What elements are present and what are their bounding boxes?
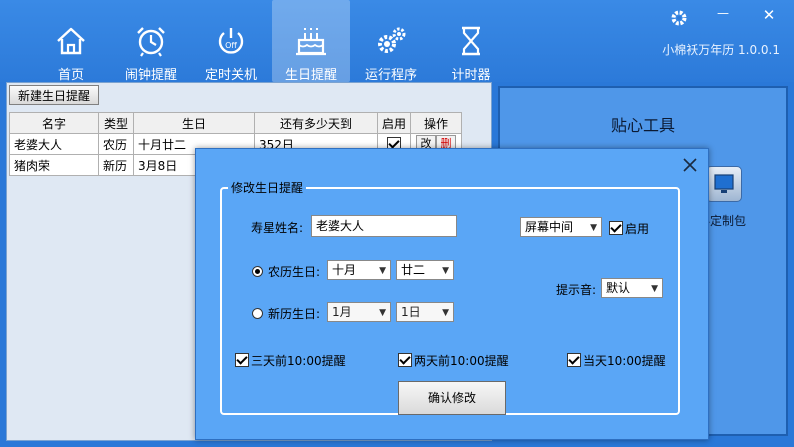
solar-label: 新历生日: bbox=[268, 307, 321, 321]
select-value: 十月 bbox=[332, 263, 357, 277]
power-off-icon: Off bbox=[218, 28, 244, 54]
nav-label: 闹钟提醒 bbox=[124, 68, 177, 83]
sound-select[interactable]: 默认 ▼ bbox=[601, 278, 663, 298]
column-header[interactable]: 还有多少天到 bbox=[254, 112, 378, 134]
nav-timer[interactable]: 计时器 bbox=[432, 0, 510, 83]
select-value: 1月 bbox=[332, 305, 352, 319]
select-value: 1日 bbox=[401, 305, 421, 319]
lunar-day-select[interactable]: 廿二 ▼ bbox=[396, 260, 454, 280]
sound-label: 提示音: bbox=[556, 283, 597, 297]
nav-label: 生日提醒 bbox=[284, 68, 337, 83]
monitor-tool-icon[interactable] bbox=[706, 166, 742, 202]
enable-label: 启用 bbox=[625, 222, 650, 236]
cell-type: 新历 bbox=[98, 154, 134, 176]
remind-today-checkbox[interactable] bbox=[567, 353, 581, 367]
remind-today-label: 当天10:00提醒 bbox=[583, 354, 666, 368]
chevron-down-icon: ▼ bbox=[442, 308, 449, 318]
edit-group-box: 修改生日提醒 寿星姓名: 老婆大人 屏幕中间 ▼ 启用 农历生日: 十月 ▼ 廿二 ▼… bbox=[220, 179, 680, 415]
position-select[interactable]: 屏幕中间 ▼ bbox=[520, 217, 602, 237]
remind-2days-checkbox[interactable] bbox=[398, 353, 412, 367]
app-title: 小棉袄万年历 1.0.0.1 bbox=[662, 43, 780, 57]
chevron-down-icon: ▼ bbox=[651, 284, 658, 294]
nav-home[interactable]: 首页 bbox=[32, 0, 110, 83]
close-button[interactable]: ✕ bbox=[758, 6, 780, 26]
lunar-radio[interactable] bbox=[252, 266, 263, 277]
group-title: 修改生日提醒 bbox=[228, 179, 307, 196]
nav-label: 定时关机 bbox=[204, 68, 257, 83]
edit-birthday-dialog: 修改生日提醒 寿星姓名: 老婆大人 屏幕中间 ▼ 启用 农历生日: 十月 ▼ 廿二 ▼… bbox=[195, 148, 709, 440]
cell-name: 猪肉荣 bbox=[9, 154, 99, 176]
home-icon bbox=[57, 27, 85, 55]
hourglass-icon bbox=[462, 26, 480, 56]
gears-icon bbox=[378, 27, 406, 53]
column-header[interactable]: 操作 bbox=[410, 112, 463, 134]
new-birthday-button[interactable]: 新建生日提醒 bbox=[9, 85, 100, 105]
chevron-down-icon: ▼ bbox=[590, 223, 597, 233]
select-value: 屏幕中间 bbox=[525, 220, 574, 234]
solar-day-select[interactable]: 1日 ▼ bbox=[396, 302, 454, 322]
column-header[interactable]: 生日 bbox=[133, 112, 255, 134]
nav-label: 运行程序 bbox=[364, 68, 417, 83]
nav-birthday[interactable]: 生日提醒 bbox=[272, 0, 350, 83]
lunar-label: 农历生日: bbox=[268, 265, 321, 279]
nav-label: 首页 bbox=[57, 68, 84, 83]
lunar-month-select[interactable]: 十月 ▼ bbox=[327, 260, 391, 280]
tools-title: 贴心工具 bbox=[610, 116, 675, 135]
remind-2days-label: 两天前10:00提醒 bbox=[414, 354, 509, 368]
solar-month-select[interactable]: 1月 ▼ bbox=[327, 302, 391, 322]
remind-3days-label: 三天前10:00提醒 bbox=[251, 354, 346, 368]
cell-name: 老婆大人 bbox=[9, 133, 99, 155]
cell-type: 农历 bbox=[98, 133, 134, 155]
name-input[interactable]: 老婆大人 bbox=[311, 215, 457, 237]
svg-text:Off: Off bbox=[225, 41, 237, 50]
nav-alarm[interactable]: 闹钟提醒 bbox=[112, 0, 190, 83]
enable-checkbox[interactable] bbox=[609, 221, 623, 235]
column-header[interactable]: 类型 bbox=[98, 112, 134, 134]
minimize-button[interactable]: — bbox=[712, 6, 734, 26]
alarm-clock-icon bbox=[137, 27, 165, 57]
column-header[interactable]: 启用 bbox=[376, 112, 412, 134]
chevron-down-icon: ▼ bbox=[379, 308, 386, 318]
chevron-down-icon: ▼ bbox=[379, 266, 386, 276]
top-navigation-bar: 首页 闹钟提醒 Off 定时关机 生日提醒 运行程序 计时器 — ✕ 小棉袄万年… bbox=[0, 0, 794, 83]
nav-label: 计时器 bbox=[451, 68, 491, 83]
confirm-button[interactable]: 确认修改 bbox=[398, 381, 506, 415]
nav-shutdown[interactable]: Off 定时关机 bbox=[192, 0, 270, 83]
birthday-cake-icon bbox=[296, 28, 326, 56]
solar-radio[interactable] bbox=[252, 308, 263, 319]
select-value: 默认 bbox=[606, 281, 631, 295]
table-header-row: 名字 类型 生日 还有多少天到 启用 操作 bbox=[9, 112, 463, 134]
gear-icon[interactable] bbox=[668, 8, 690, 28]
remind-3days-checkbox[interactable] bbox=[235, 353, 249, 367]
name-label: 寿星姓名: bbox=[251, 221, 304, 235]
close-icon[interactable] bbox=[680, 155, 700, 175]
select-value: 廿二 bbox=[401, 263, 426, 277]
chevron-down-icon: ▼ bbox=[442, 266, 449, 276]
column-header[interactable]: 名字 bbox=[9, 112, 99, 134]
nav-run-program[interactable]: 运行程序 bbox=[352, 0, 430, 83]
monitor-icon bbox=[714, 174, 734, 193]
